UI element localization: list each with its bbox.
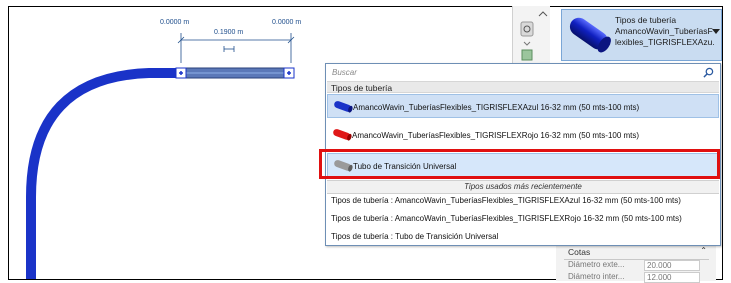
property-row-outer-diameter: Diámetro exte... 20.000 xyxy=(564,260,710,271)
recent-types-header: Tipos usados más recientemente xyxy=(327,180,719,194)
dropdown-arrow-icon[interactable] xyxy=(712,29,720,35)
start-grip[interactable] xyxy=(175,67,187,79)
collapse-icon[interactable]: ⌃ xyxy=(700,246,707,255)
properties-toolbar xyxy=(512,6,550,64)
dimension-center[interactable]: 0.1900 m xyxy=(214,29,243,36)
search-icon[interactable] xyxy=(703,67,714,78)
section-header-cotas[interactable]: Cotas ⌃ xyxy=(564,246,709,260)
type-selector-label: Tipos de tubería AmancoWavin_TuberíasF l… xyxy=(615,15,715,47)
recent-item[interactable]: Tipos de tubería : Tubo de Transición Un… xyxy=(331,232,721,241)
chevron-down-icon xyxy=(523,41,531,46)
end-grip[interactable] xyxy=(283,67,295,79)
dimension-left[interactable]: 0.0000 m xyxy=(160,19,189,26)
list-item-azul[interactable]: AmancoWavin_TuberíasFlexibles_TIGRISFLEX… xyxy=(327,94,719,118)
search-box[interactable] xyxy=(330,66,716,80)
highlight-annotation-box xyxy=(319,149,720,179)
list-item-rojo[interactable]: AmancoWavin_TuberíasFlexibles_TIGRISFLEX… xyxy=(327,123,719,147)
recent-item[interactable]: Tipos de tubería : AmancoWavin_TuberíasF… xyxy=(331,214,721,223)
properties-panel: Cotas ⌃ Diámetro exte... 20.000 Diámetro… xyxy=(556,244,716,283)
blue-pipe-icon xyxy=(334,101,353,113)
type-properties-icon xyxy=(520,21,534,37)
type-selector[interactable]: Tipos de tubería AmancoWavin_TuberíasF l… xyxy=(561,9,722,61)
dimension-lines xyxy=(177,33,295,63)
blue-pipe-preview-icon xyxy=(569,17,611,53)
red-pipe-icon xyxy=(333,129,352,141)
dimension-right[interactable]: 0.0000 m xyxy=(272,19,301,26)
search-input[interactable] xyxy=(330,66,704,79)
category-header: Tipos de tubería xyxy=(327,81,719,93)
scroll-up-icon xyxy=(538,11,548,17)
flexible-pipe-curve xyxy=(26,68,181,279)
edit-type-icon xyxy=(521,49,533,61)
recent-item[interactable]: Tipos de tubería : AmancoWavin_TuberíasF… xyxy=(331,196,721,205)
